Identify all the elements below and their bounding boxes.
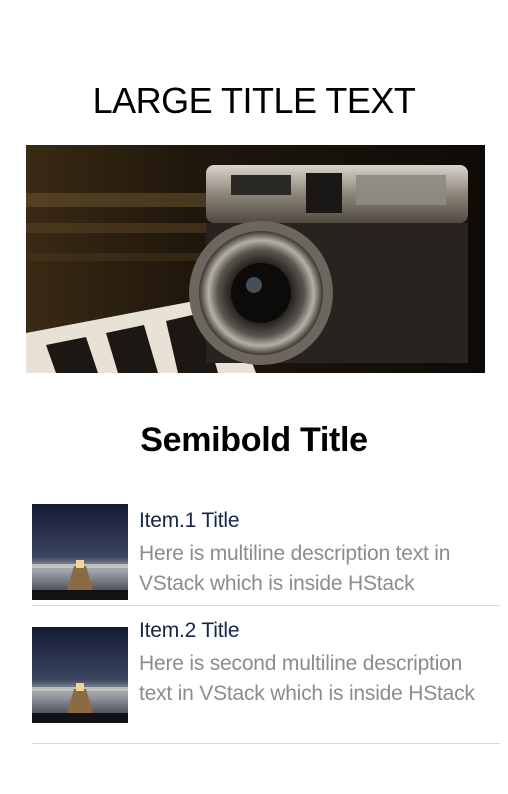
item-list: Item.1 Title Here is multiline descripti… <box>32 496 500 744</box>
item-description: Here is second multiline description tex… <box>139 652 475 705</box>
item-title: Item.1 Title <box>139 509 240 532</box>
list-divider <box>32 743 500 744</box>
pier-thumbnail-image <box>32 627 128 723</box>
hero-camera-image <box>26 145 485 373</box>
list-item[interactable]: Item.1 Title Here is multiline descripti… <box>32 496 500 606</box>
pier-thumbnail-image <box>32 504 128 600</box>
list-item[interactable]: Item.2 Title Here is second multiline de… <box>32 606 500 744</box>
large-title: LARGE TITLE TEXT <box>92 80 416 121</box>
item-description: Here is multiline description text in VS… <box>139 542 451 595</box>
semibold-title: Semibold Title <box>140 421 368 459</box>
item-title: Item.2 Title <box>139 619 240 642</box>
